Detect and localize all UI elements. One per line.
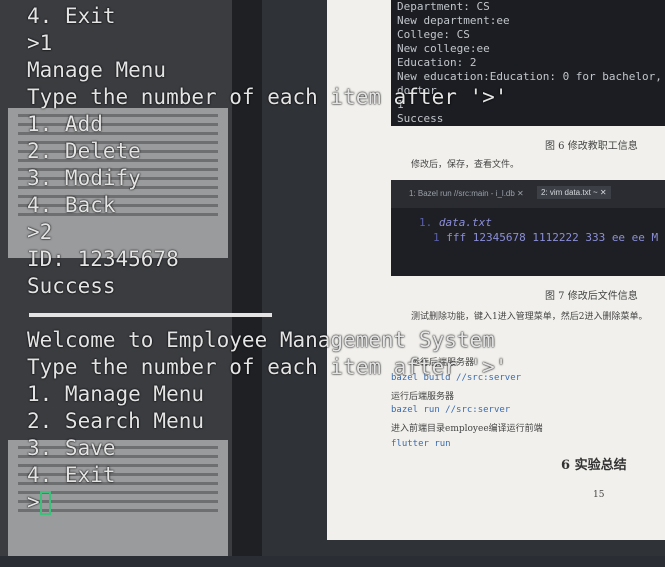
terminal-line: 1. Add — [27, 112, 103, 136]
terminal-line: >2 — [27, 220, 53, 244]
terminal-line: 2. Delete — [27, 139, 141, 163]
terminal-line: 4. Exit — [27, 463, 116, 487]
terminal-cursor — [40, 491, 51, 515]
terminal-prompt[interactable]: > — [27, 489, 40, 516]
terminal-divider — [29, 313, 272, 317]
terminal-line: 4. Back — [27, 193, 116, 217]
terminal-line: Type the number of each item after '>' — [27, 85, 508, 109]
terminal-line: 4. Exit — [27, 4, 116, 28]
terminal[interactable]: 4. Exit >1 Manage Menu Type the number o… — [0, 0, 665, 556]
terminal-line: Welcome to Employee Management System — [27, 328, 495, 352]
terminal-line: Type the number of each item after '>' — [27, 355, 508, 379]
terminal-line: Success — [27, 274, 116, 298]
terminal-line: >1 — [27, 31, 53, 55]
terminal-line: 3. Save — [27, 436, 116, 460]
terminal-line: 2. Search Menu — [27, 409, 205, 433]
terminal-line: Manage Menu — [27, 58, 167, 82]
terminal-line: ID: 12345678 — [27, 247, 179, 271]
terminal-line: 1. Manage Menu — [27, 382, 205, 406]
terminal-line: 3. Modify — [27, 166, 141, 190]
